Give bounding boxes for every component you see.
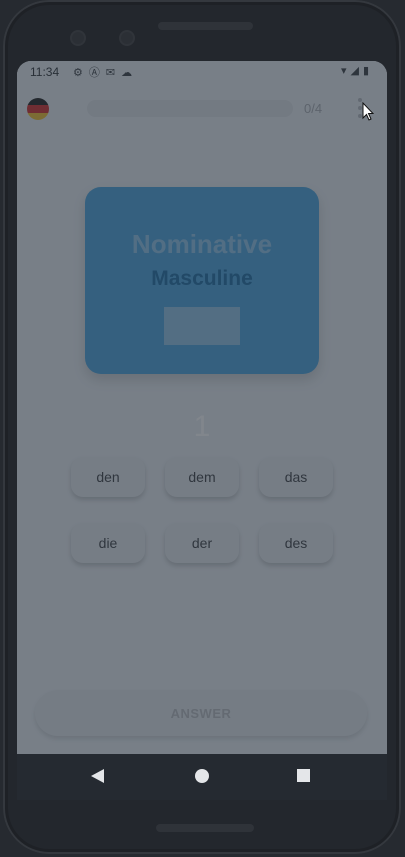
gender-label: Masculine [151,267,253,290]
question-card: Nominative Masculine [85,187,319,374]
choice-button-den[interactable]: den [71,457,145,497]
back-icon[interactable] [91,769,104,783]
battery-icon: ▮ [362,65,373,77]
app-screen: 11:34 ⚙Ⓐ✉☁ ▾◢▮ 0/4 Nominative Masculine … [17,61,387,754]
status-time: 11:34 [30,65,60,79]
choice-button-der[interactable]: der [165,523,239,563]
progress-counter: 0/4 [304,101,323,116]
choice-button-dem[interactable]: dem [165,457,239,497]
germany-flag-icon[interactable] [27,98,49,120]
mouse-cursor-icon [362,102,374,121]
countdown-number: 1 [193,410,211,443]
system-icons: ▾◢▮ [341,64,373,77]
choice-button-das[interactable]: das [259,457,333,497]
front-sensor [119,30,135,46]
signal-icon: ◢ [350,65,363,77]
front-camera [70,30,86,46]
top-speaker [158,22,253,30]
a-badge-icon: Ⓐ [88,67,106,79]
bottom-speaker [156,824,254,832]
recents-icon[interactable] [297,769,310,782]
cloud-icon: ☁ [121,67,139,79]
gear-icon: ⚙ [73,67,89,79]
home-icon[interactable] [195,769,209,783]
choice-button-die[interactable]: die [71,523,145,563]
answer-blank [164,307,240,345]
mail-icon: ✉ [105,67,122,79]
navigation-bar [17,754,387,800]
progress-bar [87,100,293,117]
status-bar: 11:34 ⚙Ⓐ✉☁ ▾◢▮ [17,61,387,83]
case-label: Nominative [131,229,273,259]
choice-button-des[interactable]: des [259,523,333,563]
countdown-overlay [17,61,387,754]
answer-button[interactable]: ANSWER [35,690,367,736]
notification-icons: ⚙Ⓐ✉☁ [73,64,138,80]
